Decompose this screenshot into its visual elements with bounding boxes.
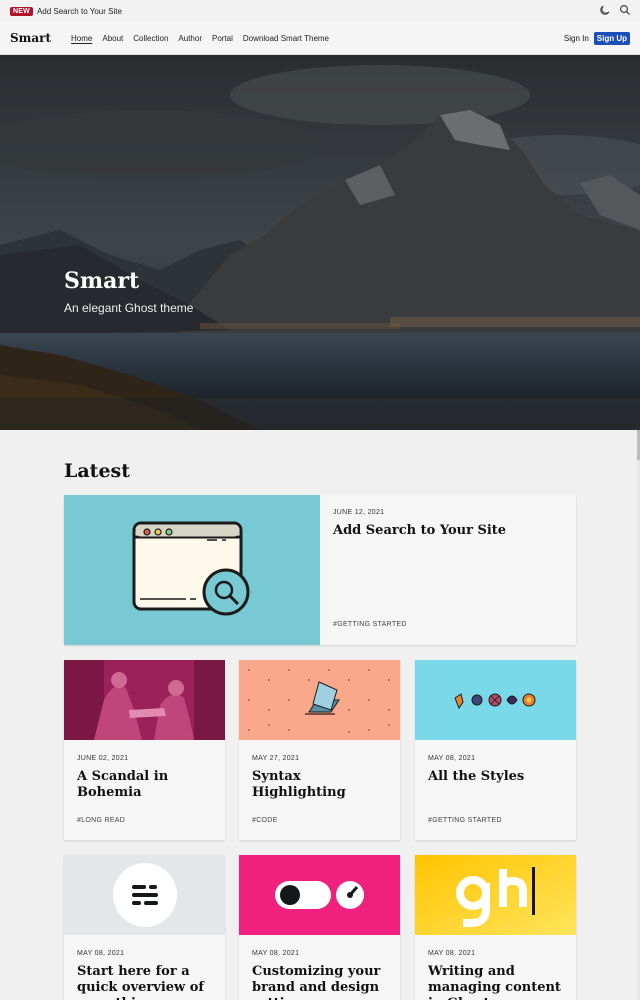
post-title[interactable]: Syntax Highlighting (252, 769, 397, 801)
nav-item-download[interactable]: Download Smart Theme (243, 34, 329, 43)
sign-up-button[interactable]: Sign Up (593, 32, 630, 45)
moon-icon[interactable] (599, 4, 611, 16)
site-logo[interactable]: Smart (10, 31, 51, 45)
site-nav: Smart Home About Collection Author Porta… (0, 22, 640, 55)
post-image[interactable] (239, 855, 400, 935)
hero-landscape-image (0, 55, 640, 430)
post-date: MAY 08, 2021 (252, 950, 300, 957)
nav-item-about[interactable]: About (102, 34, 123, 43)
nav-item-author[interactable]: Author (178, 34, 202, 43)
post-image[interactable] (415, 855, 576, 935)
nav-item-home[interactable]: Home (71, 34, 92, 43)
post-card[interactable]: JUNE 02, 2021 A Scandal in Bohemia #LONG… (64, 660, 225, 840)
post-tag[interactable]: #GETTING STARTED (333, 621, 407, 628)
post-title[interactable]: All the Styles (428, 769, 573, 785)
post-date: JUNE 12, 2021 (333, 509, 385, 516)
post-title[interactable]: Start here for a quick overview of every… (77, 964, 222, 1000)
post-tag[interactable]: #CODE (252, 817, 278, 824)
post-image[interactable] (415, 660, 576, 740)
hero-title: Smart (64, 268, 140, 294)
post-date: JUNE 02, 2021 (77, 755, 129, 762)
post-title[interactable]: Customizing your brand and design settin… (252, 964, 397, 1000)
hero-banner: Smart An elegant Ghost theme (0, 55, 640, 430)
post-card[interactable]: MAY 08, 2021 Customizing your brand and … (239, 855, 400, 1000)
nav-item-collection[interactable]: Collection (133, 34, 168, 43)
new-badge: NEW (10, 6, 33, 16)
post-card[interactable]: MAY 08, 2021 Writing and managing conten… (415, 855, 576, 1000)
post-date: MAY 08, 2021 (77, 950, 125, 957)
announcement-bar[interactable]: NEW Add Search to Your Site (0, 0, 640, 22)
post-image[interactable] (64, 855, 225, 935)
post-date: MAY 08, 2021 (428, 755, 476, 762)
post-title[interactable]: A Scandal in Bohemia (77, 769, 222, 801)
post-date: MAY 08, 2021 (428, 950, 476, 957)
announcement-link[interactable]: Add Search to Your Site (37, 7, 122, 16)
search-icon[interactable] (619, 4, 631, 16)
post-tag[interactable]: #LONG READ (77, 817, 125, 824)
featured-post-card[interactable]: JUNE 12, 2021 Add Search to Your Site #G… (64, 495, 576, 645)
section-title: Latest (64, 460, 131, 482)
post-image[interactable] (239, 660, 400, 740)
post-title[interactable]: Writing and managing content in Ghost, a… (428, 964, 573, 1000)
nav-item-portal[interactable]: Portal (212, 34, 233, 43)
hero-subtitle: An elegant Ghost theme (64, 301, 194, 315)
post-image[interactable] (64, 660, 225, 740)
post-date: MAY 27, 2021 (252, 755, 300, 762)
post-title[interactable]: Add Search to Your Site (333, 523, 506, 538)
post-card[interactable]: MAY 27, 2021 Syntax Highlighting #CODE (239, 660, 400, 840)
post-tag[interactable]: #GETTING STARTED (428, 817, 502, 824)
post-card[interactable]: MAY 08, 2021 All the Styles #GETTING STA… (415, 660, 576, 840)
main-menu: Home About Collection Author Portal Down… (71, 34, 329, 43)
featured-post-image[interactable] (64, 495, 320, 645)
post-card[interactable]: MAY 08, 2021 Start here for a quick over… (64, 855, 225, 1000)
sign-in-link[interactable]: Sign In (564, 34, 589, 43)
